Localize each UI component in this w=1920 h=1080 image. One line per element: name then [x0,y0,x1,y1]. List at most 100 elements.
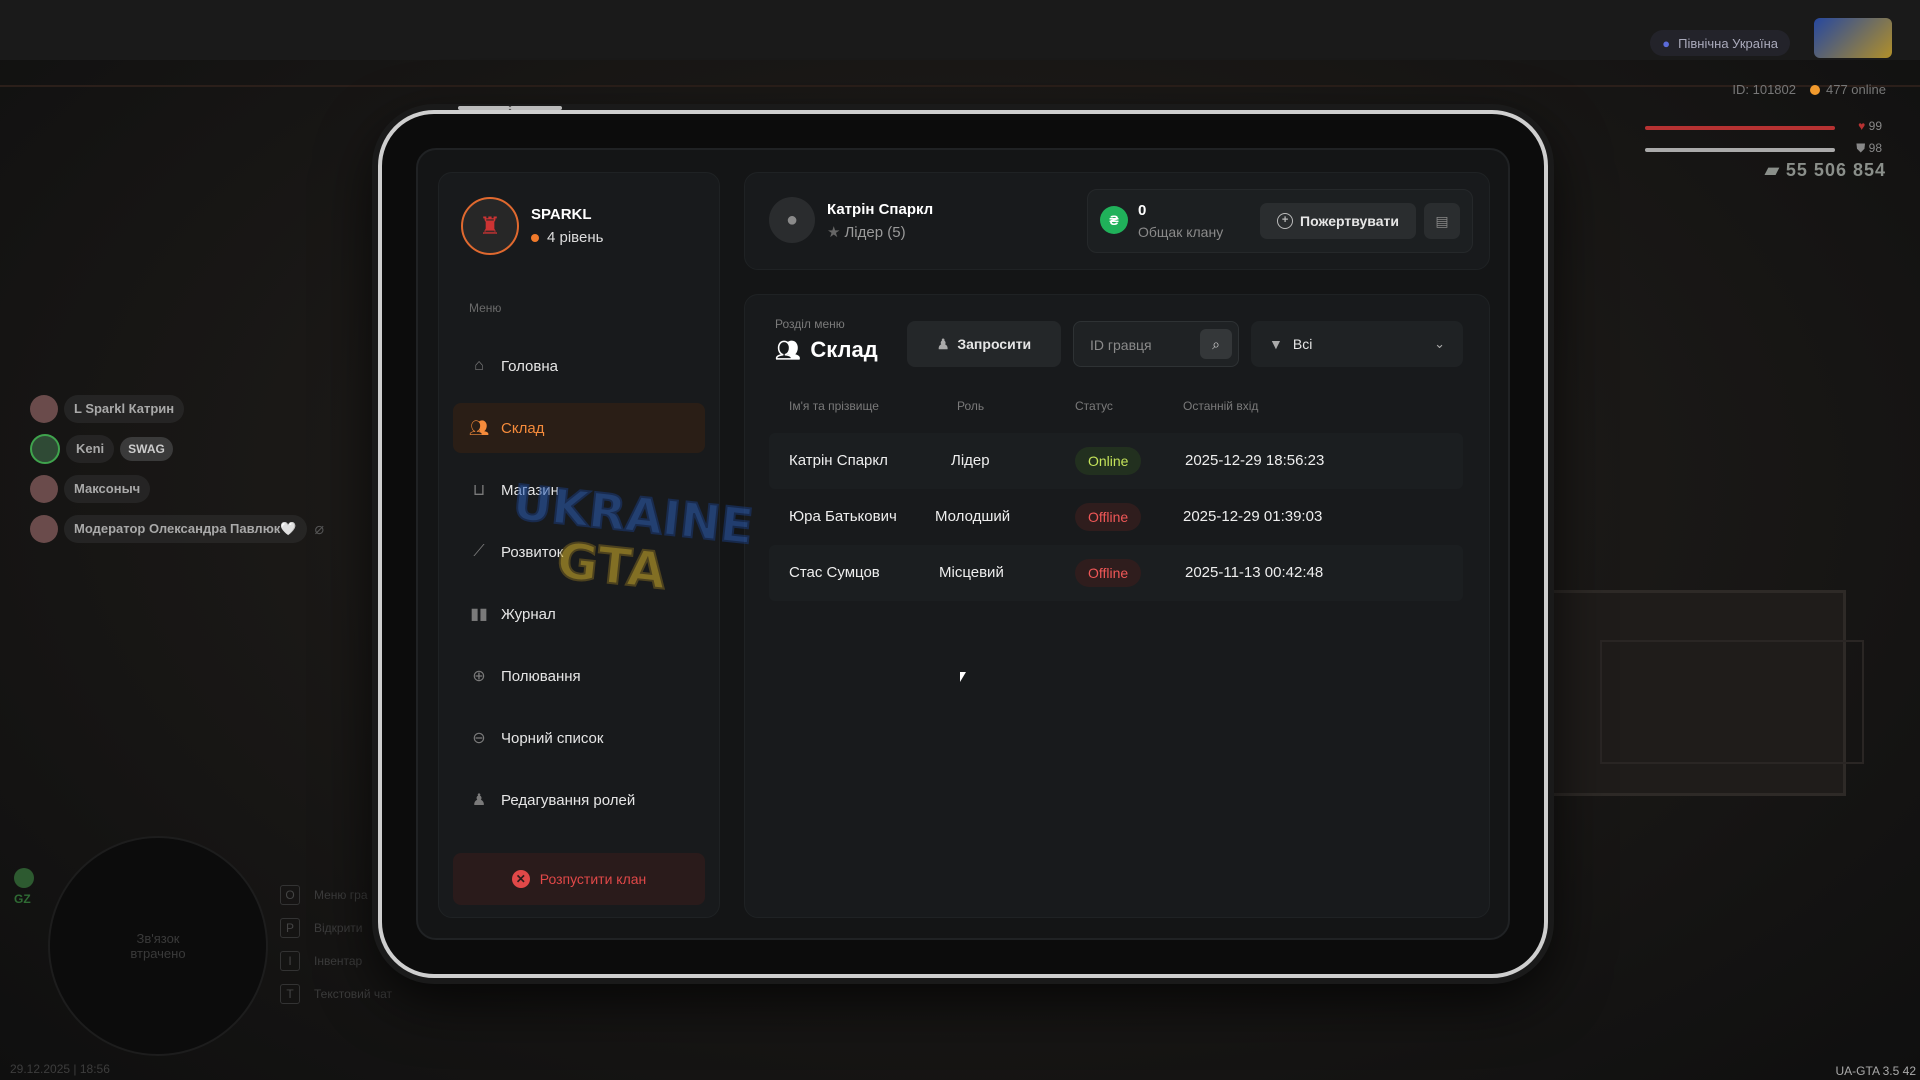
avatar [30,475,58,503]
member-last-login: 2025-12-29 18:56:23 [1185,452,1325,469]
clan-profile: ♜ SPARKL 4 рівень [461,197,603,255]
crosshair-icon: ⊕ [472,668,486,685]
muted-mic-icon: ⌀ [314,521,325,538]
user-icon: ● [785,208,799,231]
hryvnia-icon: ₴ [1100,206,1128,234]
member-name: Катрін Спаркл [789,452,888,469]
block-icon: ⊖ [472,730,486,747]
clan-avatar: ♜ [461,197,519,255]
member-role: Лідер [951,452,990,469]
sidebar-item-label: Журнал [501,605,556,623]
members-panel: Розділ меню 👥︎ Склад ♟ Запросити ⌕ ▼ Всі… [744,294,1490,918]
profile-info: SPARKL 4 рівень [531,206,603,246]
invite-button[interactable]: ♟ Запросити [907,321,1061,367]
chevron-down-icon: ⌄ [1434,336,1445,351]
page-title: 👥︎ Склад [775,337,878,362]
user-avatar: ● [769,197,815,243]
version: UA-GTA 3.5 42 [1835,1064,1917,1078]
search-icon: ⌕ [1212,335,1220,352]
sidebar-item-storage[interactable]: 👥︎ Склад [453,403,705,453]
people-icon: 👥︎ [775,339,801,362]
avatar [30,515,58,543]
clan-level: 4 рівень [531,229,603,246]
key-hint: I Інвентар [280,944,392,977]
key-hint: P Відкрити [280,911,392,944]
money-display: ▰ 55 506 854 [1765,160,1886,180]
bank-value: 0 [1138,202,1147,219]
voice-item: L Sparkl Катрин [30,392,324,426]
plus-circle-icon: + [1277,213,1294,229]
sidebar-item-development[interactable]: ⟋ Розвиток [453,527,705,577]
add-user-icon: ♟ [936,335,950,352]
sidebar-item-edit-roles[interactable]: ♟ Редагування ролей [453,775,705,825]
voice-name: L Sparkl Катрин [64,395,185,423]
members-table: Катрін Спаркл Лідер Online 2025-12-29 18… [769,433,1463,601]
withdraw-button[interactable]: ▤ [1424,203,1460,239]
column-header-status: Статус [1075,399,1113,413]
status-badge: Online [1075,447,1142,475]
player-id-row: ID: 101802 477 online [1732,82,1886,97]
voice-tag: SWAG [120,437,173,461]
column-header-name: Ім'я та прізвище [789,399,879,413]
user-role: ★ Лідер (5) [827,224,906,241]
chart-icon: ⟋ [473,543,485,560]
table-row[interactable]: Стас Сумцов Місцевий Offline 2025-11-13 … [769,545,1463,601]
wall [0,0,1920,60]
sidebar-item-label: Редагування ролей [501,791,636,809]
sidebar-item-label: Розвиток [501,543,564,561]
tablet-button [510,106,562,110]
section-label: Розділ меню [775,317,845,331]
user-edit-icon: ♟ [471,792,487,809]
sidebar-item-shop[interactable]: ⊔ Магазин [453,465,705,515]
donate-button[interactable]: + Пожертвувати [1260,203,1416,239]
search-input[interactable] [1088,322,1202,368]
sidebar-item-hunting[interactable]: ⊕ Полювання [453,651,705,701]
disband-clan-button[interactable]: ✕ Розпустити клан [453,853,705,905]
member-role: Місцевий [939,564,1004,581]
sidebar-item-label: Чорний список [501,729,604,747]
close-circle-icon: ✕ [511,870,530,888]
mouse-cursor [960,672,966,682]
menu-title: Меню [469,301,502,315]
minimap: Зв'язок втрачено [48,836,268,1056]
sidebar-item-journal[interactable]: ▮▮ Журнал [453,589,705,639]
voice-item: Максоныч [30,472,324,506]
online-count: 477 online [1810,82,1886,97]
search-button[interactable]: ⌕ [1200,329,1232,359]
region-name: Північна Україна [1678,35,1778,51]
member-role: Молодший [935,508,1011,525]
sidebar-item-label: Головна [501,357,558,375]
character-icon: ♜ [479,212,501,240]
cabinet-door [1600,640,1864,764]
table-row[interactable]: Юра Батькович Молодший Offline 2025-12-2… [769,489,1463,545]
member-name: Стас Сумцов [789,564,880,581]
tablet-button [458,106,510,110]
people-icon: 👥︎ [468,420,490,437]
minimap-status: Зв'язок втрачено [130,931,186,961]
sidebar-item-home[interactable]: ⌂ Головна [453,341,705,391]
member-last-login: 2025-11-13 00:42:48 [1185,564,1324,581]
table-row[interactable]: Катрін Спаркл Лідер Online 2025-12-29 18… [769,433,1463,489]
voice-chat-list: L Sparkl Катрин Keni SWAG Максоныч Модер… [30,392,324,552]
key-hint: T Текстовий чат [280,977,392,1010]
column-header-role: Роль [957,399,985,413]
armor-bar [1645,148,1835,152]
basket-icon: ⊔ [472,482,486,499]
voice-name: Максоныч [64,475,151,503]
money-icon: ▰ [1765,160,1780,180]
disband-label: Розпустити клан [539,871,647,887]
armor-value: ⛊ 98 [1856,141,1882,155]
player-id-search: ⌕ [1073,321,1239,368]
header-card: ● Катрін Спаркл ★ Лідер (5) ₴ 0 Общак кла… [744,172,1490,270]
status-filter-dropdown[interactable]: ▼ Всі ⌄ [1251,321,1463,367]
filter-icon: ▼ [1269,336,1283,352]
book-icon: ▮▮ [470,606,488,623]
member-last-login: 2025-12-29 01:39:03 [1183,508,1323,525]
sidebar-item-label: Склад [501,419,545,437]
archive-icon: ▤ [1435,212,1449,229]
location-icon: ● [1662,35,1671,51]
status-badge: Offline [1075,503,1142,531]
sidebar-item-blacklist[interactable]: ⊖ Чорний список [453,713,705,763]
level-dot-icon [531,233,539,242]
region-indicator: ● Північна Україна [1650,30,1790,56]
